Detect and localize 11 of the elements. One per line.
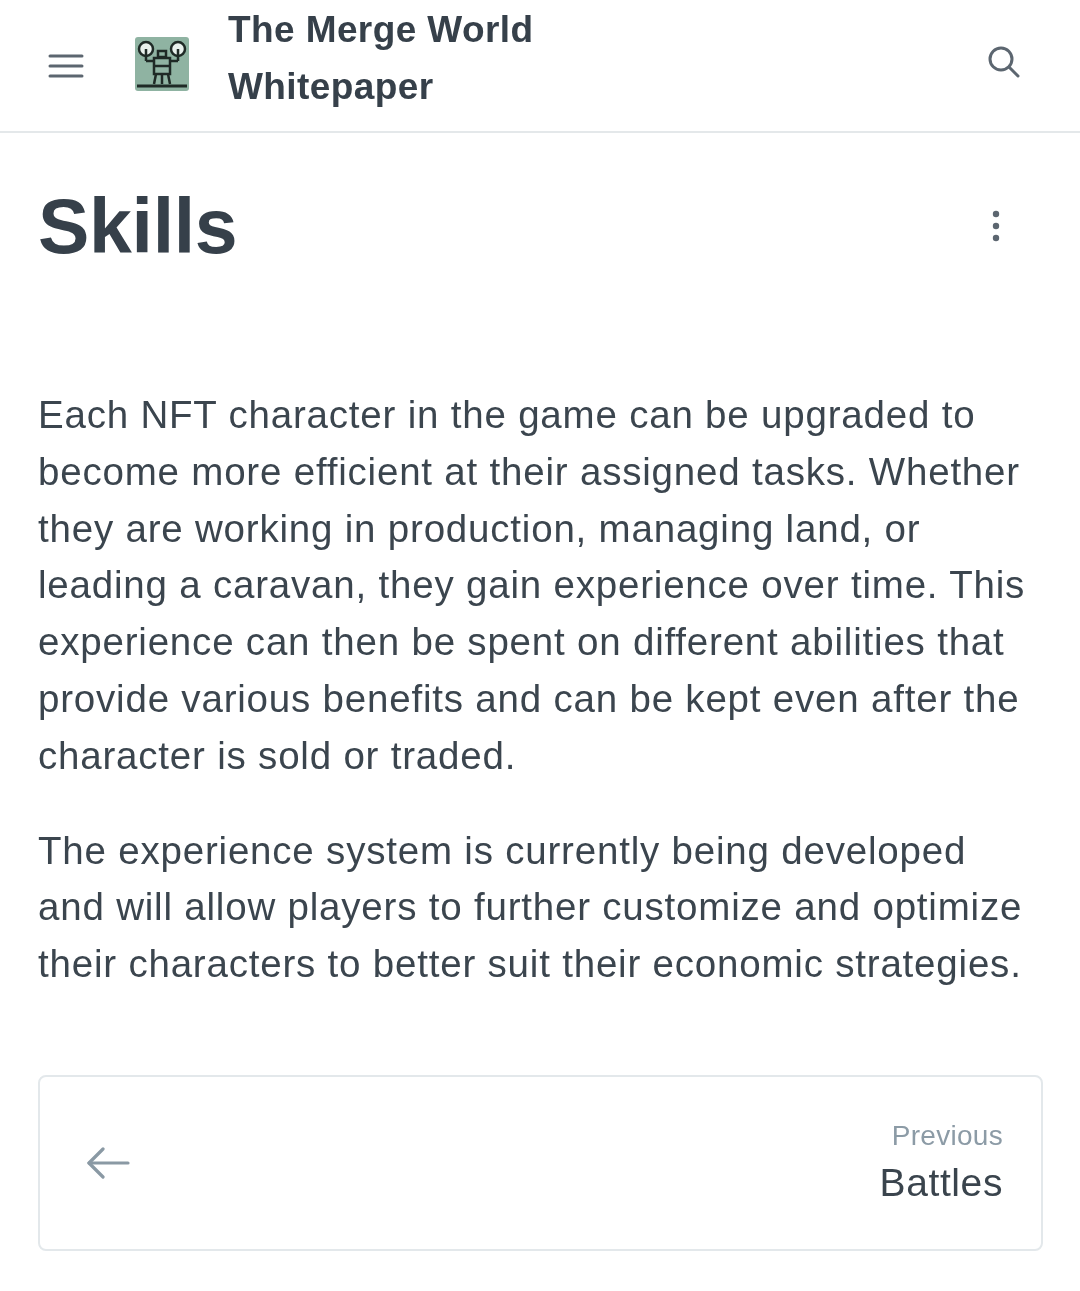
site-title[interactable]: The Merge World Whitepaper: [228, 0, 568, 115]
robot-logo-icon[interactable]: [135, 36, 189, 91]
previous-page-link[interactable]: Previous Battles: [38, 1074, 1043, 1251]
search-icon: [987, 44, 1021, 79]
more-options-icon: [992, 210, 1000, 242]
page-heading: Skills: [38, 182, 238, 271]
body-paragraph: Each NFT character in the game can be upgraded to become more efficient at their assigned tasks. Whether they are working in production, managing land, or leading a caravan, they gain experience over time. This experience can then be spent on different abilities that provide various benefits and can be kept even after the character is sold or traded.: [38, 392, 1027, 779]
previous-page-title: Battles: [879, 1159, 1003, 1206]
body-paragraph: The experience system is currently being developed and will allow players to further customize and optimize their characters to better suit their economic strategies.: [38, 827, 1024, 988]
previous-label: Previous: [891, 1118, 1003, 1153]
menu-icon: [48, 53, 84, 78]
